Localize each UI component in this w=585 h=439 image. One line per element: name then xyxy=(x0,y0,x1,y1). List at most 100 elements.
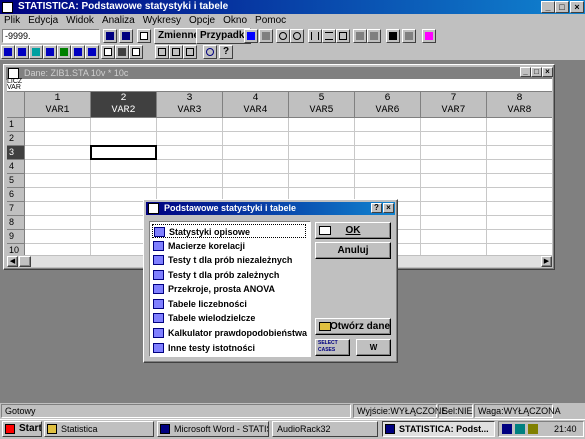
bars-icon[interactable] xyxy=(259,29,273,43)
row-height-icon[interactable] xyxy=(322,29,336,43)
disk-icon[interactable] xyxy=(119,29,133,43)
dialog-close-button[interactable]: × xyxy=(383,203,394,213)
document-icon[interactable] xyxy=(101,45,115,59)
status-output: Wyjście:WYŁĄCZONE xyxy=(353,404,447,418)
graph-icon[interactable] xyxy=(422,29,436,43)
scroll-thumb[interactable] xyxy=(19,256,31,267)
list-item-testy-t-zalezne[interactable]: Testy t dla prób zależnych xyxy=(152,268,306,282)
format-icon[interactable] xyxy=(386,29,400,43)
row-header-5[interactable]: 5 xyxy=(7,174,25,188)
task-statistica-active[interactable]: STATISTICA: Podst... xyxy=(382,421,495,437)
chart-module-icon[interactable] xyxy=(29,45,43,59)
close-button[interactable]: × xyxy=(570,1,584,13)
scroll-right-icon[interactable]: ▶ xyxy=(541,256,552,267)
zoom-in-icon[interactable] xyxy=(276,29,290,43)
column-header-var8[interactable]: 8 VAR8 xyxy=(487,92,552,118)
row-header-4[interactable]: 4 xyxy=(7,160,25,174)
task-audiorack[interactable]: AudioRack32 xyxy=(272,421,378,437)
decimal-less-icon[interactable] xyxy=(367,29,381,43)
column-name: VAR4 xyxy=(243,105,268,116)
menu-edycja[interactable]: Edycja xyxy=(24,14,62,27)
cancel-button[interactable]: Anuluj xyxy=(315,242,391,259)
stats-module-icon[interactable] xyxy=(15,45,29,59)
column-header-var6[interactable]: 6 VAR6 xyxy=(355,92,421,118)
task-word[interactable]: Microsoft Word - STATIS... xyxy=(157,421,269,437)
list-item-kalkulator[interactable]: Kalkulator prawdopodobieństwa xyxy=(152,326,307,340)
decimal-more-icon[interactable] xyxy=(353,29,367,43)
folder-icon xyxy=(47,424,57,434)
matrix-icon[interactable] xyxy=(71,45,85,59)
menu-analiza[interactable]: Analiza xyxy=(98,14,139,27)
print-icon[interactable] xyxy=(115,45,129,59)
rec-icon[interactable] xyxy=(244,29,258,43)
list-item-inne-testy[interactable]: Inne testy istotności xyxy=(152,341,306,355)
row-header-6[interactable]: 6 xyxy=(7,188,25,202)
menu-plik[interactable]: Plik xyxy=(0,14,24,27)
open-icon[interactable] xyxy=(1,45,15,59)
undo-icon[interactable] xyxy=(203,45,217,59)
copy-icon[interactable] xyxy=(169,45,183,59)
column-header-var5[interactable]: 5 VAR5 xyxy=(289,92,355,118)
data-close-button[interactable]: × xyxy=(542,67,553,77)
grid-icon[interactable] xyxy=(137,29,151,43)
column-number: 7 xyxy=(450,93,457,104)
column-header-var2[interactable]: 2 VAR2 xyxy=(91,92,157,118)
list-item-statystyki-opisowe[interactable]: Statystyki opisowe xyxy=(152,224,306,238)
column-header-var4[interactable]: 4 VAR4 xyxy=(223,92,289,118)
start-button[interactable]: Start xyxy=(2,421,42,437)
data-minimize-button[interactable]: _ xyxy=(520,67,531,77)
fit-icon[interactable] xyxy=(336,29,350,43)
row-header-3[interactable]: 3 xyxy=(7,146,25,160)
save-icon[interactable] xyxy=(103,29,117,43)
row-header-9[interactable]: 9 xyxy=(7,230,25,244)
maximize-button[interactable]: □ xyxy=(555,1,569,13)
status-ready: Gotowy xyxy=(1,404,351,418)
menu-okno[interactable]: Okno xyxy=(219,14,251,27)
zoom-out-icon[interactable] xyxy=(290,29,304,43)
menu-wykresy[interactable]: Wykresy xyxy=(139,14,185,27)
data-maximize-button[interactable]: □ xyxy=(531,67,542,77)
przypadki-button[interactable]: Przypadki xyxy=(196,28,252,44)
select-cases-button[interactable]: SELECT CASES xyxy=(315,339,350,356)
row-header-7[interactable]: 7 xyxy=(7,202,25,216)
status-selection: Sel:NIE xyxy=(438,404,473,418)
weight-button[interactable]: W xyxy=(356,339,391,356)
column-header-var3[interactable]: 3 VAR3 xyxy=(157,92,223,118)
ok-button[interactable]: OK xyxy=(315,222,391,239)
volume-icon[interactable] xyxy=(528,424,538,434)
row-header-10[interactable]: 10 xyxy=(7,244,25,255)
dialog-help-button[interactable]: ? xyxy=(371,203,382,213)
column-header-var1[interactable]: 1 VAR1 xyxy=(25,92,91,118)
column-header-var7[interactable]: 7 VAR7 xyxy=(421,92,487,118)
minimize-button[interactable]: _ xyxy=(541,1,555,13)
menu-widok[interactable]: Widok xyxy=(62,14,98,27)
preview-icon[interactable] xyxy=(129,45,143,59)
table-module-icon[interactable] xyxy=(43,45,57,59)
list-item-testy-t-niezalezne[interactable]: Testy t dla prób niezależnych xyxy=(152,253,306,267)
row-header-8[interactable]: 8 xyxy=(7,216,25,230)
paste-icon[interactable] xyxy=(183,45,197,59)
scatter-icon[interactable] xyxy=(57,45,71,59)
list-item-tabele-licznosci[interactable]: Tabele liczebności xyxy=(152,297,306,311)
row-header-1[interactable]: 1 xyxy=(7,118,25,132)
menu-pomoc[interactable]: Pomoc xyxy=(251,14,290,27)
stats-icon[interactable] xyxy=(402,29,416,43)
col-width-icon[interactable] xyxy=(308,29,322,43)
row-header-2[interactable]: 2 xyxy=(7,132,25,146)
value-field[interactable]: -9999. xyxy=(2,29,100,43)
task-statistica[interactable]: Statistica xyxy=(44,421,154,437)
open-data-button[interactable]: Otwórz dane xyxy=(315,318,391,335)
help-icon[interactable]: ? xyxy=(219,45,233,59)
list-item-tabele-wielodzielcze[interactable]: Tabele wielodzielcze xyxy=(152,311,306,325)
pl-icon[interactable] xyxy=(502,424,512,434)
layout-icon[interactable] xyxy=(85,45,99,59)
descriptive-stats-icon xyxy=(154,227,165,237)
active-cell[interactable] xyxy=(90,145,157,160)
crosstab-icon xyxy=(153,313,164,323)
list-item-macierze-korelacji[interactable]: Macierze korelacji xyxy=(152,239,306,253)
tray-icon[interactable] xyxy=(515,424,525,434)
scroll-left-icon[interactable]: ◀ xyxy=(7,256,18,267)
list-item-anova[interactable]: Przekroje, prosta ANOVA xyxy=(152,282,306,296)
cut-icon[interactable] xyxy=(155,45,169,59)
menu-opcje[interactable]: Opcje xyxy=(185,14,219,27)
